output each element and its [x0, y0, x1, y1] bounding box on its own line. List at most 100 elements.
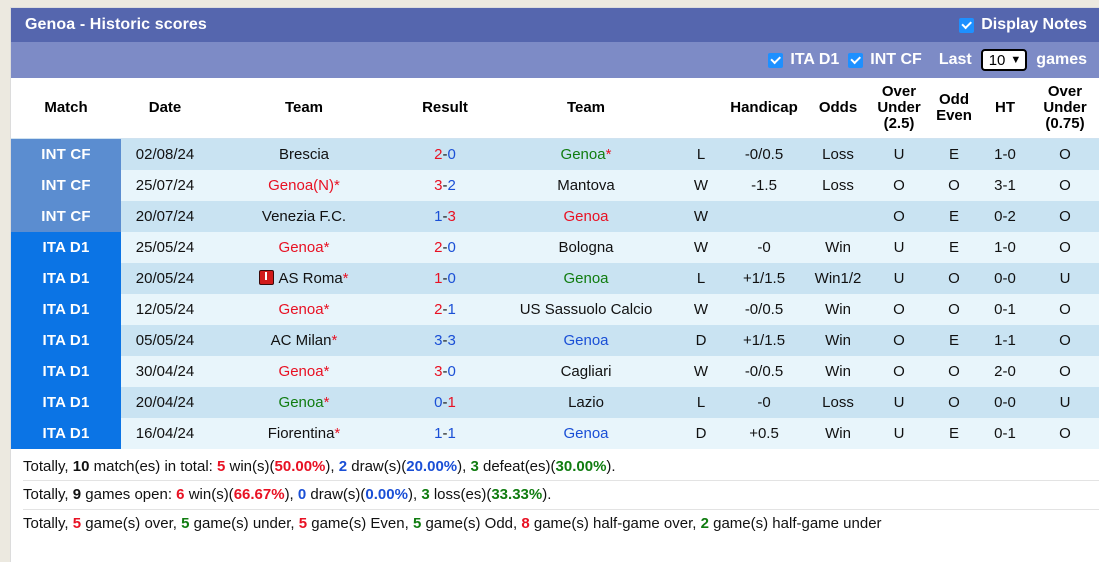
cell-result[interactable]: 2-0	[399, 231, 491, 263]
league-badge: INT CF	[11, 200, 121, 232]
ou075-line3: (0.75)	[1045, 114, 1085, 132]
col-header-date[interactable]: Date	[121, 78, 209, 139]
score-away: 0	[447, 145, 456, 163]
display-notes-checkbox[interactable]	[959, 17, 975, 33]
s3-t4: game(s) Even,	[311, 515, 409, 533]
away-team-name: Genoa	[563, 331, 609, 349]
col-header-team-away[interactable]: Team	[491, 78, 681, 139]
cell-away-team[interactable]: US Sassuolo Calcio	[491, 293, 681, 325]
cell-wld: D	[681, 417, 721, 449]
col-header-odds[interactable]: Odds	[807, 78, 869, 139]
table-row[interactable]: ITA D1 05/05/24 AC Milan* 3-3 Genoa D +1/1.5 Wi…	[11, 324, 1099, 356]
cell-league: ITA D1	[11, 417, 121, 449]
table-row[interactable]: INT CF 20/07/24 Venezia F.C. 1-3 Genoa W O E 0-2…	[11, 200, 1099, 232]
cell-result[interactable]: 2-0	[399, 138, 491, 170]
int-cf-checkbox[interactable]	[848, 52, 864, 68]
cell-away-team[interactable]: Genoa	[491, 262, 681, 294]
table-row[interactable]: ITA D1 30/04/24 Genoa* 3-0 Cagliari W -0/0.5 Wi…	[11, 355, 1099, 387]
cell-home-team[interactable]: Genoa*	[209, 293, 399, 325]
cell-result[interactable]: 1-0	[399, 262, 491, 294]
cell-away-team[interactable]: Bologna	[491, 231, 681, 263]
home-team-name: Genoa	[278, 393, 324, 411]
s3-odd-count: 5	[412, 515, 422, 533]
cell-handicap: -0/0.5	[721, 138, 807, 170]
int-cf-label: INT CF	[870, 51, 922, 68]
home-team-name: Genoa	[278, 300, 324, 318]
score-home: 1	[434, 207, 443, 225]
cell-date: 20/04/24	[121, 386, 209, 418]
table-row[interactable]: ITA D1 20/05/24 AS Roma* 1-0 Genoa L +1/1.5 Win…	[11, 262, 1099, 294]
cell-home-team[interactable]: Fiorentina*	[209, 417, 399, 449]
display-notes-label: Display Notes	[981, 16, 1087, 33]
cell-home-team[interactable]: Brescia	[209, 138, 399, 170]
cell-away-team[interactable]: Genoa	[491, 324, 681, 356]
cell-away-team[interactable]: Genoa*	[491, 138, 681, 170]
page-title: Genoa - Historic scores	[25, 16, 207, 33]
cell-away-team[interactable]: Genoa	[491, 200, 681, 232]
cell-away-team[interactable]: Cagliari	[491, 355, 681, 387]
col-header-over-under-25[interactable]: Over Under (2.5)	[869, 78, 929, 139]
games-count-select[interactable]: 10 ▼	[980, 49, 1028, 71]
cell-odd-even: E	[929, 417, 979, 449]
cell-odds: Loss	[807, 386, 869, 418]
cell-away-team[interactable]: Genoa	[491, 417, 681, 449]
filter-int-cf[interactable]: INT CF	[848, 51, 922, 69]
col-header-handicap[interactable]: Handicap	[721, 78, 807, 139]
cell-over-under-075: O	[1031, 293, 1099, 325]
cell-result[interactable]: 1-3	[399, 200, 491, 232]
cell-away-team[interactable]: Mantova	[491, 169, 681, 201]
table-row[interactable]: ITA D1 20/04/24 Genoa* 0-1 Lazio L -0 Loss U O 0-0…	[11, 386, 1099, 418]
league-badge: ITA D1	[11, 231, 121, 263]
ou075-line1: Over	[1047, 83, 1083, 100]
s1-total-count: 10	[72, 457, 90, 475]
league-badge: INT CF	[11, 169, 121, 201]
s1-t7: defeat(es)(	[482, 457, 556, 475]
league-badge: ITA D1	[11, 324, 121, 356]
historic-scores-table: Match Date Team Result Team Handicap Odd…	[11, 78, 1099, 449]
table-row[interactable]: ITA D1 12/05/24 Genoa* 2-1 US Sassuolo Calci…	[11, 293, 1099, 325]
col-header-match[interactable]: Match	[11, 78, 121, 139]
historic-scores-panel: Genoa - Historic scores Display Notes IT…	[11, 8, 1099, 562]
cell-over-under-075: O	[1031, 200, 1099, 232]
cell-result[interactable]: 2-1	[399, 293, 491, 325]
cell-result[interactable]: 1-1	[399, 417, 491, 449]
table-row[interactable]: ITA D1 25/05/24 Genoa* 2-0 Bologna W -0 Win U E 1-…	[11, 231, 1099, 263]
cell-odd-even: O	[929, 262, 979, 294]
cell-home-team[interactable]: Genoa(N)*	[209, 169, 399, 201]
cell-result[interactable]: 3-2	[399, 169, 491, 201]
cell-home-team[interactable]: AS Roma*	[209, 262, 399, 294]
cell-date: 25/07/24	[121, 169, 209, 201]
ou075-line2: Under	[1043, 98, 1087, 116]
cell-home-team[interactable]: Genoa*	[209, 231, 399, 263]
table-row[interactable]: INT CF 02/08/24 Brescia 2-0 Genoa* L -0/0.5 Los…	[11, 138, 1099, 170]
cell-odds: Win1/2	[807, 262, 869, 294]
home-star: *	[334, 176, 340, 194]
table-row[interactable]: ITA D1 16/04/24 Fiorentina* 1-1 Genoa D +0.5 Wi…	[11, 417, 1099, 449]
home-team-name: Genoa	[278, 238, 324, 256]
col-header-odd-even[interactable]: Odd Even	[929, 78, 979, 139]
cell-home-team[interactable]: Genoa*	[209, 386, 399, 418]
ou25-line1: Over	[881, 83, 917, 100]
cell-home-team[interactable]: Venezia F.C.	[209, 200, 399, 232]
cell-handicap: +1/1.5	[721, 262, 807, 294]
col-header-over-under-075[interactable]: Over Under (0.75)	[1031, 78, 1099, 139]
cell-date: 20/07/24	[121, 200, 209, 232]
cell-home-team[interactable]: Genoa*	[209, 355, 399, 387]
cell-odds: Loss	[807, 169, 869, 201]
cell-odds: Win	[807, 417, 869, 449]
cell-result[interactable]: 0-1	[399, 386, 491, 418]
cell-away-team[interactable]: Lazio	[491, 386, 681, 418]
cell-date: 12/05/24	[121, 293, 209, 325]
cell-result[interactable]: 3-0	[399, 355, 491, 387]
table-row[interactable]: INT CF 25/07/24 Genoa(N)* 3-2 Mantova W -1.5 Lo…	[11, 169, 1099, 201]
cell-over-under-25: O	[869, 200, 929, 232]
cell-result[interactable]: 3-3	[399, 324, 491, 356]
col-header-ht[interactable]: HT	[979, 78, 1031, 139]
filter-ita-d1[interactable]: ITA D1	[768, 51, 839, 69]
cell-home-team[interactable]: AC Milan*	[209, 324, 399, 356]
cell-odds: Win	[807, 231, 869, 263]
col-header-team-home[interactable]: Team	[209, 78, 399, 139]
cell-date: 30/04/24	[121, 355, 209, 387]
ita-d1-checkbox[interactable]	[768, 52, 784, 68]
col-header-result[interactable]: Result	[399, 78, 491, 139]
